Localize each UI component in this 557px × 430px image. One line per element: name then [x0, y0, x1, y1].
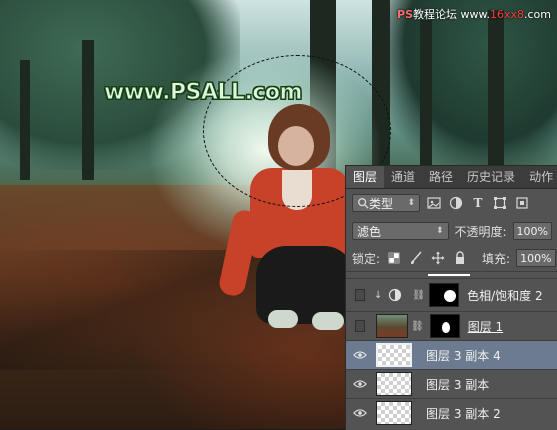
adjustment-layer-icon	[388, 288, 402, 302]
lock-brush-icon[interactable]	[408, 250, 424, 266]
tree-trunk	[82, 40, 94, 180]
visibility-off-box	[355, 320, 365, 332]
watermark-forum: 教程论坛	[413, 8, 457, 21]
filter-adjustment-icon[interactable]	[448, 195, 464, 211]
tree-trunk	[20, 60, 30, 180]
clip-arrow-icon: ↓	[374, 289, 383, 301]
site-watermark: www.PSALL.com	[104, 80, 303, 106]
layer-name[interactable]: 图层 1	[468, 318, 503, 335]
opacity-input[interactable]: 100%	[512, 222, 552, 240]
filter-pixel-icon[interactable]	[426, 195, 442, 211]
lock-all-icon[interactable]	[452, 250, 468, 266]
filter-smart-object-icon[interactable]	[514, 195, 530, 211]
lock-row: 锁定: 填充: 100%	[346, 245, 557, 271]
layers-panel: 图层 通道 路径 历史记录 动作 类型 ⬍ T 滤色 ⬍ 不透明度: 100% …	[345, 165, 557, 430]
link-icon[interactable]: ⛓	[412, 290, 425, 301]
layer-name[interactable]: 图层 3 副本	[426, 376, 489, 393]
watermark-tld: .com	[524, 8, 551, 21]
layer-mask-thumbnail[interactable]	[429, 283, 460, 307]
tree-trunk	[420, 20, 432, 170]
tab-paths[interactable]: 路径	[422, 166, 460, 188]
layer-thumbnail[interactable]	[376, 343, 412, 367]
tree-canopy-right	[380, 0, 557, 170]
layer-row[interactable]: 图层 3 副本	[346, 369, 557, 398]
woman-shoe	[312, 312, 344, 330]
layer-mask-thumbnail[interactable]	[429, 314, 460, 338]
lock-label: 锁定:	[352, 251, 381, 266]
layer-row[interactable]: 图层 3 副本 2	[346, 398, 557, 427]
filter-label: 类型	[369, 196, 394, 211]
eye-icon[interactable]	[350, 403, 370, 423]
layer-row[interactable]: 图层 3 副本 4	[346, 340, 557, 369]
woman-shoe	[268, 310, 298, 328]
eye-icon[interactable]	[350, 374, 370, 394]
search-icon	[357, 195, 369, 211]
opacity-label: 不透明度:	[454, 224, 507, 239]
filter-shape-icon[interactable]	[492, 195, 508, 211]
layer-filter-select[interactable]: 类型 ⬍	[352, 194, 420, 212]
layer-thumbnail[interactable]	[376, 372, 412, 396]
lock-transparent-icon[interactable]	[386, 250, 402, 266]
watermark-www: www.	[460, 8, 490, 21]
tab-channels[interactable]: 通道	[384, 166, 422, 188]
layer-thumbnail[interactable]	[376, 401, 412, 425]
visibility-toggle[interactable]	[350, 285, 370, 305]
tab-actions[interactable]: 动作	[522, 166, 557, 188]
chevron-updown-icon: ⬍	[435, 226, 444, 236]
chevron-updown-icon: ⬍	[407, 198, 415, 208]
scroll-sliver	[428, 274, 470, 276]
layer-row[interactable]: ⛓ 图层 1	[346, 311, 557, 340]
filter-row: 类型 ⬍ T	[346, 189, 557, 217]
layer-name[interactable]: 图层 3 副本 2	[426, 405, 501, 422]
fill-label: 填充:	[482, 251, 511, 266]
forum-watermark: PS教程论坛 www.16xx8.com	[397, 6, 551, 22]
eye-icon[interactable]	[350, 345, 370, 365]
watermark-domain: 16xx8	[489, 8, 524, 21]
layer-thumbnail[interactable]	[376, 314, 408, 338]
layer-name[interactable]: 图层 3 副本 4	[426, 347, 501, 364]
lock-move-icon[interactable]	[430, 250, 446, 266]
layer-row[interactable]: ↓ ⛓ 色相/饱和度 2	[346, 278, 557, 311]
visibility-toggle[interactable]	[350, 316, 370, 336]
blend-row: 滤色 ⬍ 不透明度: 100%	[346, 217, 557, 245]
tab-layers[interactable]: 图层	[346, 166, 385, 188]
tab-history[interactable]: 历史记录	[460, 166, 522, 188]
layer-name[interactable]: 色相/饱和度 2	[467, 287, 543, 304]
visibility-off-box	[355, 289, 365, 301]
blend-mode-select[interactable]: 滤色 ⬍	[352, 222, 449, 240]
filter-type-icon[interactable]: T	[470, 195, 486, 211]
fill-input[interactable]: 100%	[516, 249, 556, 267]
panel-tabs: 图层 通道 路径 历史记录 动作	[346, 166, 557, 189]
lock-options	[386, 250, 468, 266]
watermark-ps: PS	[397, 8, 413, 21]
layer-list-top	[346, 271, 557, 278]
tree-trunk	[488, 10, 504, 180]
blend-mode-value: 滤色	[357, 224, 382, 239]
link-icon[interactable]: ⛓	[411, 321, 424, 332]
